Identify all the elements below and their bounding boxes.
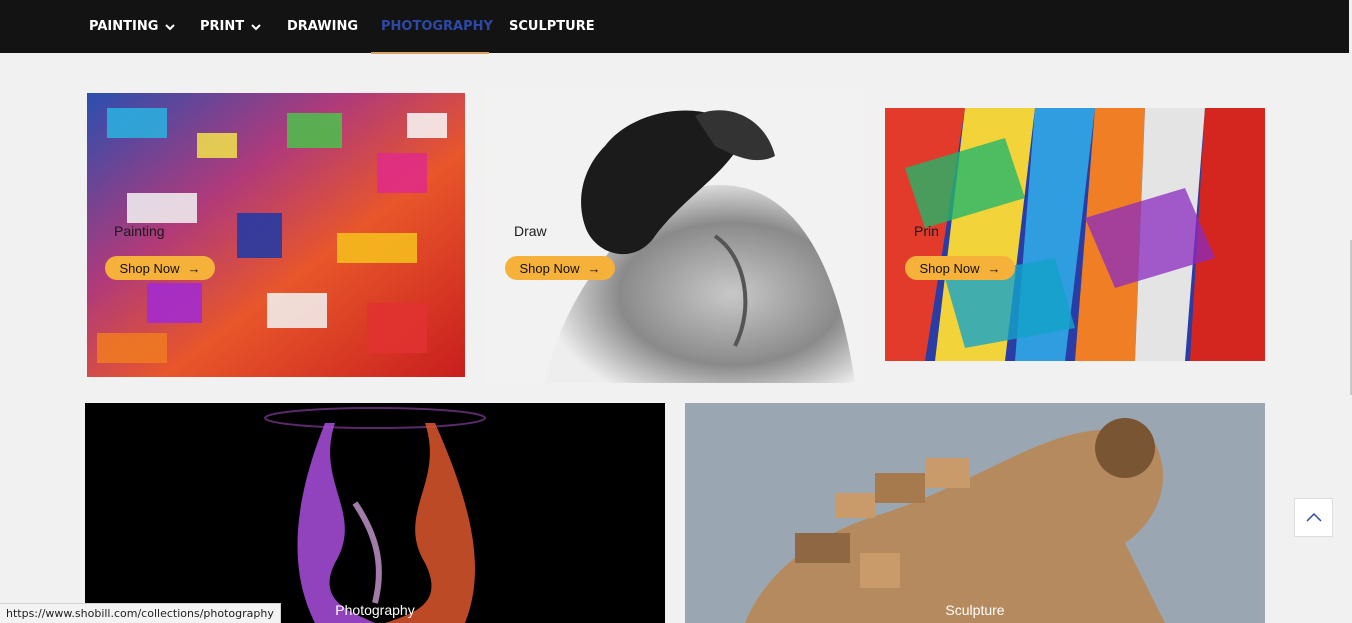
drawing-shop-now-button[interactable]: Shop Now →	[505, 256, 615, 280]
status-bar-url: https://www.shobill.com/collections/phot…	[0, 603, 281, 623]
arrow-right-icon: →	[187, 260, 201, 276]
nav-item-painting[interactable]: PAINTING	[89, 0, 176, 53]
chevron-up-icon	[1305, 512, 1322, 522]
nav-item-label: PRINT	[200, 19, 245, 34]
top-navigation: PAINTING PRINT DRAWING PHOTOGRAPHY SCULP…	[0, 0, 1352, 54]
print-image	[885, 108, 1265, 361]
sculpture-caption: Sculpture	[945, 602, 1005, 618]
back-to-top-button[interactable]	[1294, 498, 1333, 537]
painting-label: Painting	[114, 223, 165, 239]
drawing-label: Draw	[514, 223, 547, 239]
nav-item-label: DRAWING	[287, 19, 359, 34]
painting-shop-now-button[interactable]: Shop Now →	[105, 256, 215, 280]
drawing-card[interactable]: Draw Shop Now →	[485, 86, 865, 383]
nav-item-label: PHOTOGRAPHY	[381, 19, 493, 34]
sculpture-card[interactable]: Sculpture	[685, 403, 1265, 623]
sculpture-image	[685, 403, 1265, 623]
chevron-down-icon	[251, 23, 261, 30]
nav-item-sculpture[interactable]: SCULPTURE	[509, 0, 595, 53]
photography-card[interactable]: Photography	[85, 403, 665, 623]
print-card[interactable]: Prin Shop Now →	[885, 108, 1265, 361]
arrow-right-icon: →	[587, 260, 601, 276]
shop-now-label: Shop Now	[519, 260, 580, 276]
shop-now-label: Shop Now	[919, 260, 980, 276]
active-nav-underline	[371, 52, 489, 54]
shop-now-label: Shop Now	[119, 260, 180, 276]
photography-image	[85, 403, 665, 623]
nav-item-label: PAINTING	[89, 19, 159, 34]
nav-item-drawing[interactable]: DRAWING	[287, 0, 358, 53]
chevron-down-icon	[165, 23, 176, 30]
nav-item-photography[interactable]: PHOTOGRAPHY	[381, 0, 493, 53]
print-shop-now-button[interactable]: Shop Now →	[905, 256, 1015, 280]
nav-item-print[interactable]: PRINT	[200, 0, 262, 53]
arrow-right-icon: →	[987, 260, 1001, 276]
print-label: Prin	[914, 223, 939, 239]
nav-item-label: SCULPTURE	[509, 19, 595, 34]
painting-card[interactable]: Painting Shop Now →	[87, 93, 465, 377]
